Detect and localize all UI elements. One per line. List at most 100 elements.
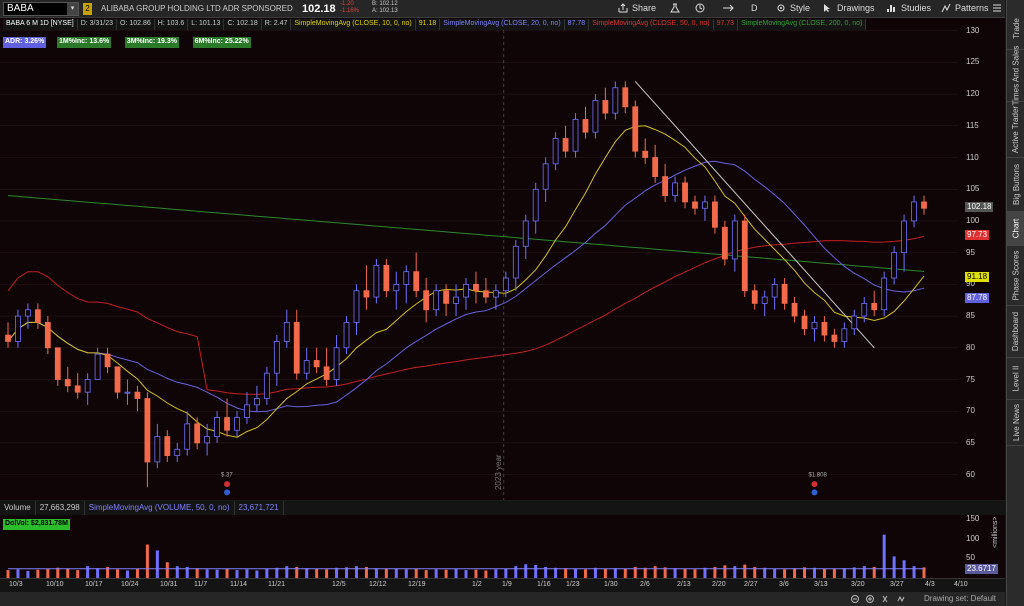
study-header-item[interactable]: 87.78 (564, 19, 590, 30)
candle (682, 176, 688, 209)
candle (871, 290, 878, 317)
price-chart[interactable]: 2023 year $.37 $1.808 (0, 18, 1005, 500)
volume-chart[interactable] (0, 515, 1005, 578)
candle (552, 132, 559, 171)
candle (622, 81, 629, 114)
volume-bar (414, 568, 418, 578)
volume-bar (464, 570, 468, 578)
date-axis-label: 3/6 (779, 581, 789, 588)
share-button[interactable]: Share (618, 3, 656, 13)
volume-bar (504, 568, 508, 578)
price-axis-label: 130 (966, 25, 980, 35)
study-header-item[interactable]: C: 102.18 (224, 19, 262, 30)
volume-bar (215, 569, 219, 578)
candle (293, 309, 300, 380)
sidebar-tab-label: Phase Scores (1011, 250, 1021, 301)
sidebar-tab-trade[interactable]: Trade (1007, 8, 1024, 50)
study-header-item[interactable]: SimpleMovingAvg (CLOSE, 10, 0, no) (291, 19, 416, 30)
sidebar-tab-big-buttons[interactable]: Big Buttons (1007, 158, 1024, 212)
volume-header-item[interactable]: Volume (0, 501, 36, 515)
candle (144, 392, 151, 488)
volume-bar (693, 569, 697, 578)
candle (791, 297, 798, 323)
earnings-icon[interactable] (224, 481, 231, 488)
candle (433, 284, 440, 317)
dividend-icon[interactable] (224, 489, 231, 496)
symbol-dropdown-icon[interactable]: ▾ (67, 3, 78, 15)
study-header-item[interactable]: O: 102.86 (117, 19, 155, 30)
price-tag: 102.18 (965, 202, 994, 213)
patterns-button[interactable]: Patterns (941, 3, 989, 13)
study-header-item[interactable]: D: 3/31/23 (77, 19, 118, 30)
study-header-item[interactable]: L: 101.13 (188, 19, 225, 30)
time-button[interactable] (695, 3, 705, 13)
zoom-controls[interactable] (850, 594, 920, 604)
drawings-button[interactable]: Drawings (823, 3, 875, 13)
volume-header-item[interactable]: 27,663,298 (36, 501, 85, 515)
candle (751, 284, 758, 310)
volume-header-item[interactable]: 23,671,721 (235, 501, 284, 515)
price-axis-label: 100 (966, 215, 980, 225)
study-header-item[interactable]: SimpleMovingAvg (CLOSE, 20, 0, no) (440, 19, 565, 30)
candle (54, 347, 61, 386)
volume-bar (66, 568, 70, 578)
period-button[interactable]: D (751, 3, 758, 13)
price-axis-label: 60 (966, 469, 975, 479)
date-axis: 10/3 10/10 10/17 10/24 10/31 11/7 11/14 11/21 12… (0, 578, 1005, 592)
volume-bar (773, 568, 777, 578)
sidebar-tab-live-news[interactable]: Live News (1007, 400, 1024, 446)
dividend-icon[interactable] (811, 489, 818, 496)
link-group-badge[interactable]: 2 (83, 3, 92, 15)
study-header-item[interactable]: SimpleMovingAvg (CLOSE, 200, 0, no) (738, 19, 867, 30)
date-axis-label: 10/3 (9, 581, 23, 588)
volume-header: Volume 27,663,298 SimpleMovingAvg (VOLUME,… (0, 501, 1005, 515)
volume-header-item[interactable]: SimpleMovingAvg (VOLUME, 50, 0, no) (85, 501, 235, 515)
sma200-line[interactable] (7, 195, 925, 272)
volume-bar (862, 566, 866, 578)
sidebar-tab-dashboard[interactable]: Dashboard (1007, 306, 1024, 358)
volume-bar (285, 566, 289, 578)
candle (114, 366, 121, 399)
study-header-item[interactable]: 97.73 (713, 19, 739, 30)
volume-bar (892, 556, 896, 578)
menu-button[interactable] (993, 3, 1001, 13)
volume-bar (783, 569, 787, 578)
date-axis-label: 2/6 (640, 581, 650, 588)
sidebar-tab-active-trader[interactable]: Active Trader (1007, 102, 1024, 158)
volume-bar (255, 570, 259, 578)
sidebar-tab-level-ii[interactable]: Level II (1007, 358, 1024, 400)
candle (373, 259, 380, 304)
studies-flask-button[interactable] (670, 3, 680, 13)
candle (34, 303, 41, 329)
sidebar-tab-chart[interactable]: Chart (1007, 212, 1024, 246)
study-header-item[interactable]: H: 103.6 (154, 19, 189, 30)
compare-button[interactable] (722, 3, 734, 13)
sidebar-tab-times-and-sales[interactable]: Times And Sales (1007, 46, 1024, 105)
candle (741, 214, 748, 298)
menu-icon (993, 4, 1001, 12)
study-header-item[interactable]: BABA 6 M 1D [NYSE] (3, 19, 78, 30)
volume-bar (155, 550, 159, 578)
price-axis-label: 95 (966, 247, 975, 257)
candle (851, 309, 858, 336)
date-axis-label: 10/17 (85, 581, 103, 588)
sidebar-tab-phase-scores[interactable]: Phase Scores (1007, 246, 1024, 306)
study-header-item[interactable]: 91.18 (415, 19, 441, 30)
candle (254, 385, 260, 412)
volume-bar (683, 568, 687, 578)
volume-bar (384, 568, 388, 578)
candle (393, 271, 400, 310)
study-header-item[interactable]: R: 2.47 (261, 19, 292, 30)
stat-chip: 3M%Inc: 19.3% (124, 37, 179, 48)
candle (602, 87, 609, 120)
style-button[interactable]: Style (776, 3, 810, 13)
sidebar-tab-label: Times And Sales (1011, 45, 1021, 106)
studies-button[interactable]: Studies (887, 3, 931, 13)
volume-bar (354, 566, 358, 578)
candle (612, 81, 619, 120)
volume-bar (444, 569, 448, 578)
date-axis-label: 1/2 (472, 581, 482, 588)
study-header-item[interactable]: SimpleMovingAvg (CLOSE, 50, 0, no) (589, 19, 714, 30)
date-axis-label: 11/7 (194, 581, 208, 588)
earnings-icon[interactable] (811, 481, 818, 488)
